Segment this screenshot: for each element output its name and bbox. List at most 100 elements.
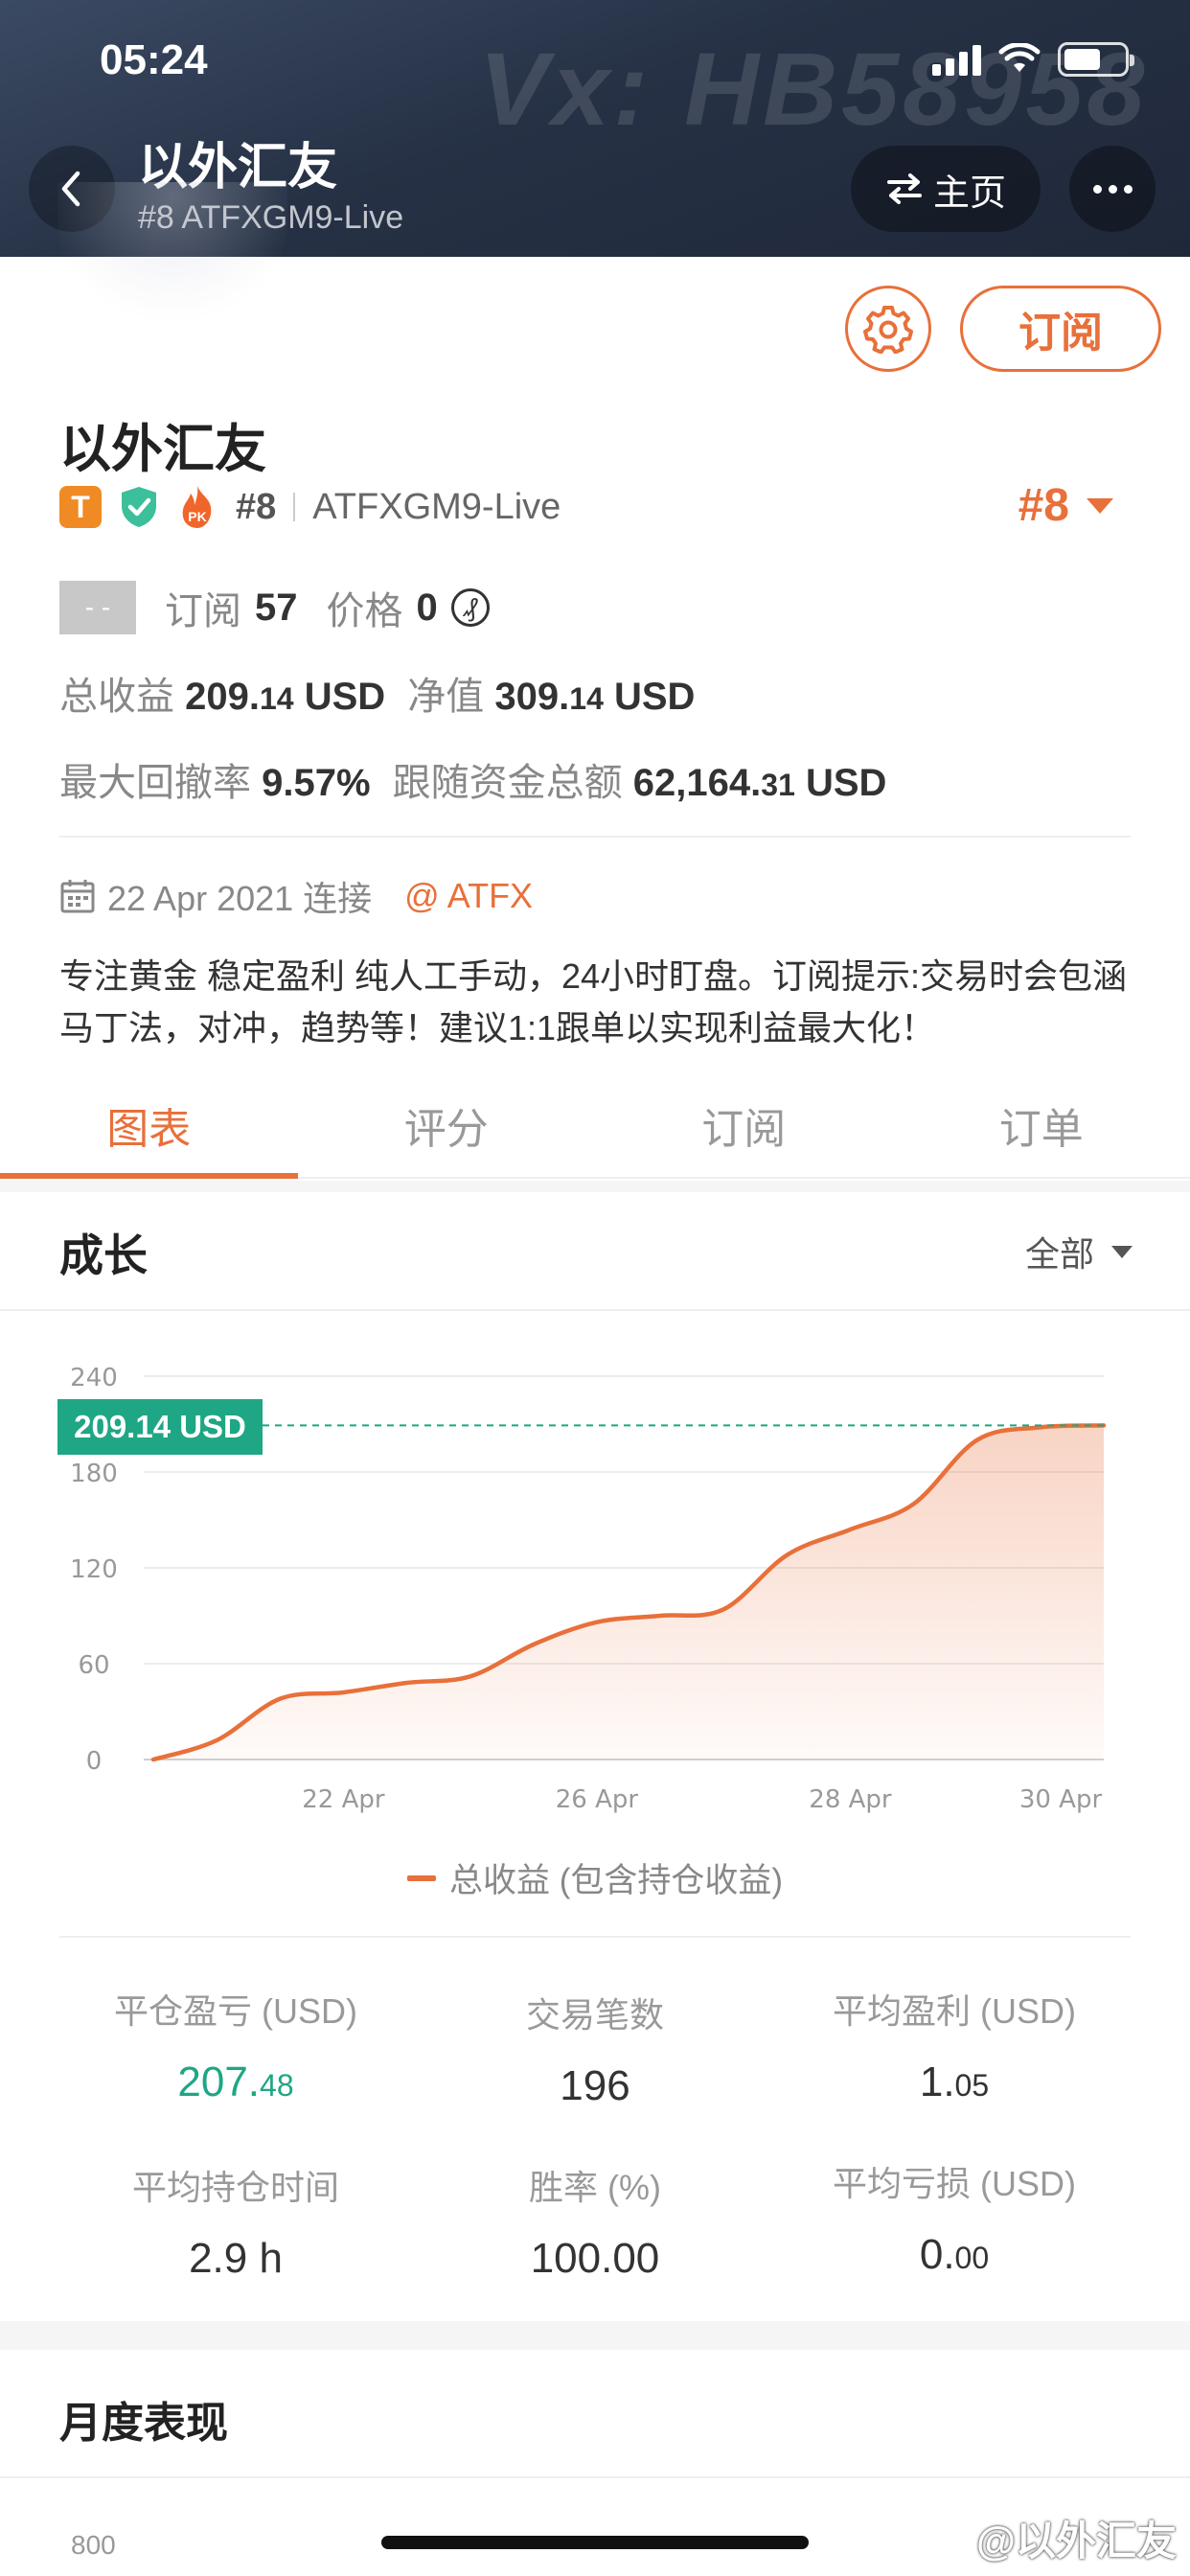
price-label: 价格 xyxy=(326,590,403,632)
price-value: 0 xyxy=(416,586,438,629)
battery-icon xyxy=(1058,42,1134,77)
stat-label: 平均亏损 (USD) xyxy=(833,2164,1076,2203)
stat-label: 平均持仓时间 xyxy=(131,2168,339,2207)
profile-description: 专注黄金 稳定盈利 纯人工手动，24小时盯盘。订阅提示:交易时会包涵马丁法，对冲… xyxy=(59,956,1128,1047)
growth-chart: 0 60 120 180 240 22 Apr 26 Apr 28 Apr 30 Apr xyxy=(0,1313,1190,1830)
equity-label: 净值 xyxy=(407,676,485,718)
wifi-icon xyxy=(998,43,1041,72)
divider xyxy=(59,1936,1131,1938)
trader-badge: T xyxy=(59,486,102,528)
rank-small: #8 xyxy=(236,486,277,527)
growth-chart-svg: 0 60 120 180 240 22 Apr 26 Apr 28 Apr 30 Apr xyxy=(70,1364,1107,1814)
follow-funds-value: 62,164.31 USD xyxy=(632,762,887,804)
equity-value: 309.14 USD xyxy=(494,676,696,718)
x-tick-label: 22 Apr xyxy=(302,1785,385,1814)
more-dot xyxy=(1108,184,1117,194)
legend-label: 总收益 (包含持仓收益) xyxy=(448,1862,784,1899)
growth-title: 成长 xyxy=(59,1230,148,1280)
shield-check-icon xyxy=(122,487,156,527)
y-tick-label: 180 xyxy=(70,1460,118,1488)
placeholder-box: - - xyxy=(59,581,136,634)
y-tick-label: 0 xyxy=(86,1747,103,1776)
legend-swatch xyxy=(406,1874,436,1881)
more-dot xyxy=(1092,184,1102,194)
signal-icon xyxy=(932,43,981,76)
x-tick-label: 26 Apr xyxy=(556,1785,639,1814)
settings-button[interactable] xyxy=(845,286,931,372)
tab-orders[interactable]: 订单 xyxy=(893,1073,1190,1177)
subscribers-value: 57 xyxy=(255,586,298,629)
stat-label: 交易笔数 xyxy=(525,1995,664,2035)
rank-value: #8 xyxy=(1018,480,1069,531)
total-profit-label: 总收益 xyxy=(59,676,174,718)
subscribers-label: 订阅 xyxy=(165,590,241,632)
tab-bar: 图表 评分 订阅 订单 xyxy=(0,1073,1190,1179)
tab-subscriptions[interactable]: 订阅 xyxy=(595,1073,893,1177)
more-button[interactable] xyxy=(1069,146,1156,232)
stat-avg-hold-time: 平均持仓时间 2.9 h xyxy=(54,2160,418,2283)
chart-legend: 总收益 (包含持仓收益) xyxy=(0,1853,1190,1902)
divider xyxy=(0,2476,1190,2478)
y-tick-label: 60 xyxy=(78,1651,109,1680)
calendar-icon xyxy=(60,880,95,913)
avatar xyxy=(57,182,287,335)
connect-row: 22 Apr 2021 连接 @ ATFX xyxy=(59,872,533,920)
monthly-y-tick: 800 xyxy=(71,2530,116,2560)
subscribe-button[interactable]: 订阅 xyxy=(960,286,1161,372)
series-area xyxy=(153,1425,1104,1760)
more-dot xyxy=(1123,184,1133,194)
x-tick-label: 30 Apr xyxy=(1019,1785,1103,1814)
stat-trade-count: 交易笔数 196 xyxy=(413,1988,777,2110)
stat-value: 0.00 xyxy=(919,2231,990,2278)
status-icons xyxy=(932,42,1134,77)
profile-name: 以外汇友 xyxy=(59,421,266,478)
section-gap xyxy=(0,2321,1190,2350)
badge-row: T PK #8 ATFXGM9-Live xyxy=(59,483,561,531)
subscription-row: - - 订阅 57 价格 0 ₰ xyxy=(59,581,490,634)
drawdown-label: 最大回撤率 xyxy=(59,762,251,804)
coin-icon: ₰ xyxy=(450,588,490,627)
range-value: 全部 xyxy=(1024,1234,1094,1274)
pk-label: PK xyxy=(188,509,206,524)
stat-label: 平均盈利 (USD) xyxy=(833,1991,1076,2031)
source-watermark: @以外汇友 xyxy=(976,2518,1177,2564)
total-profit-value: 209.14 USD xyxy=(185,676,386,718)
stat-avg-profit: 平均盈利 (USD) 1.05 xyxy=(772,1984,1136,2106)
drawdown-value: 9.57% xyxy=(262,762,371,804)
divider xyxy=(59,836,1131,838)
stat-value: 1.05 xyxy=(919,2058,990,2105)
growth-header: 成长 全部 xyxy=(0,1192,1190,1311)
monthly-title: 月度表现 xyxy=(59,2400,228,2447)
stat-label: 胜率 (%) xyxy=(529,2168,661,2207)
rank-dropdown[interactable]: #8 xyxy=(1018,479,1115,532)
home-button[interactable]: 主页 xyxy=(851,146,1041,232)
x-tick-label: 28 Apr xyxy=(809,1785,892,1814)
stat-value: 100.00 xyxy=(530,2235,660,2282)
risk-row: 最大回撤率 9.57% 跟随资金总额 62,164.31 USD xyxy=(59,751,886,807)
stat-avg-loss: 平均亏损 (USD) 0.00 xyxy=(772,2156,1136,2279)
caret-down-icon xyxy=(1111,1245,1133,1258)
tab-chart[interactable]: 图表 xyxy=(0,1073,298,1179)
stat-closed-pl: 平仓盈亏 (USD) 207.48 xyxy=(54,1984,418,2106)
account-name: ATFXGM9-Live xyxy=(312,486,561,527)
range-select[interactable]: 全部 xyxy=(1025,1227,1133,1276)
home-indicator xyxy=(381,2536,809,2549)
y-tick-label: 240 xyxy=(70,1364,118,1392)
connect-date: 22 Apr 2021 连接 xyxy=(107,879,373,918)
tab-rating[interactable]: 评分 xyxy=(298,1073,596,1177)
swap-icon xyxy=(886,173,922,204)
stat-value: 2.9 h xyxy=(189,2235,283,2282)
broker-link[interactable]: @ ATFX xyxy=(404,876,533,916)
stat-value: 207.48 xyxy=(177,2058,294,2105)
gear-icon xyxy=(863,306,913,354)
caret-down-icon xyxy=(1087,497,1113,514)
profit-row: 总收益 209.14 USD 净值 309.14 USD xyxy=(59,665,695,721)
home-button-label: 主页 xyxy=(932,172,1006,214)
current-value-label: 209.14 USD xyxy=(57,1399,263,1455)
stat-label: 平仓盈亏 (USD) xyxy=(114,1991,357,2031)
pk-flame-icon: PK xyxy=(182,486,212,528)
follow-funds-label: 跟随资金总额 xyxy=(392,762,623,804)
section-gap xyxy=(0,1181,1190,1192)
divider xyxy=(293,493,296,521)
stat-win-rate: 胜率 (%) 100.00 xyxy=(413,2160,777,2283)
